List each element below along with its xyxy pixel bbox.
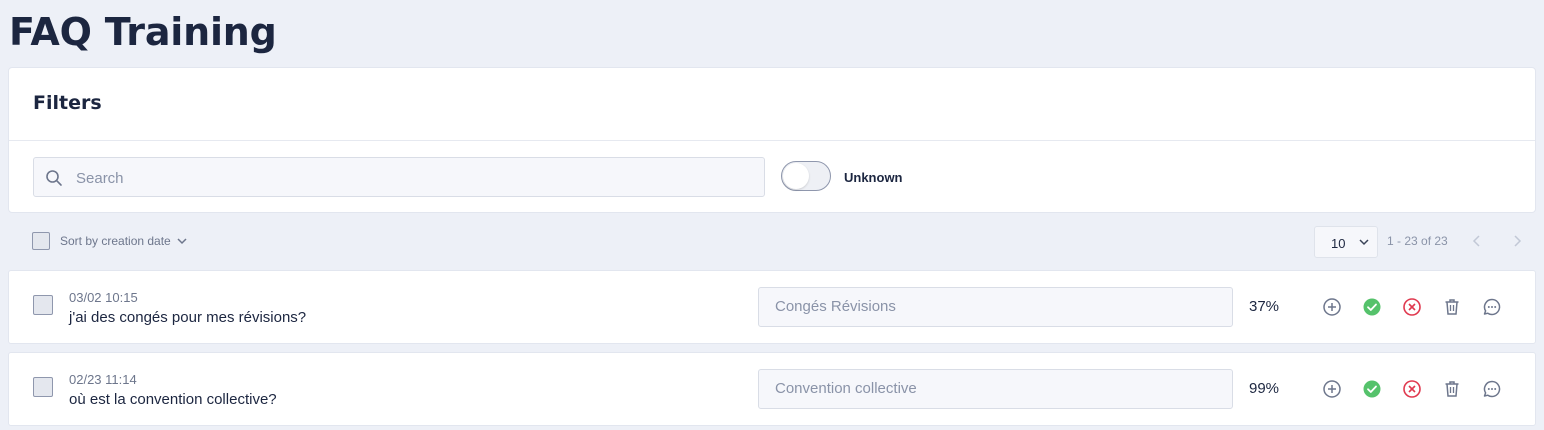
row-question: où est la convention collective? (69, 391, 277, 408)
plus-circle-icon (1323, 298, 1341, 316)
page-size-select[interactable]: 10 (1314, 226, 1378, 258)
previous-page-icon[interactable] (1470, 234, 1484, 248)
search-icon (46, 170, 62, 186)
sort-label: Sort by creation date (60, 234, 171, 248)
search-box[interactable] (33, 157, 765, 198)
unknown-toggle[interactable] (781, 161, 831, 191)
x-circle-icon (1403, 298, 1421, 316)
page-size-value: 10 (1331, 236, 1346, 251)
chat-bubble-icon (1483, 298, 1501, 316)
list-item: 02/23 11:14 où est la convention collect… (8, 352, 1536, 426)
comment-button[interactable] (1482, 297, 1502, 317)
page-title: FAQ Training (9, 10, 277, 54)
delete-button[interactable] (1442, 297, 1462, 317)
select-all-checkbox[interactable] (32, 232, 50, 250)
delete-button[interactable] (1442, 379, 1462, 399)
answer-field[interactable]: Convention collective (758, 369, 1233, 409)
plus-circle-icon (1323, 380, 1341, 398)
trash-icon (1445, 299, 1459, 315)
confidence-percent: 37% (1249, 298, 1280, 315)
chevron-down-icon (1359, 239, 1369, 246)
row-date: 02/23 11:14 (69, 372, 137, 387)
check-circle-icon (1363, 298, 1381, 316)
chat-bubble-icon (1483, 380, 1501, 398)
next-page-icon[interactable] (1510, 234, 1524, 248)
answer-field[interactable]: Congés Révisions (758, 287, 1233, 327)
row-checkbox[interactable] (33, 377, 53, 397)
list-item: 03/02 10:15 j'ai des congés pour mes rév… (8, 270, 1536, 344)
chevron-down-icon (177, 237, 187, 244)
add-button[interactable] (1322, 379, 1342, 399)
filters-divider (9, 140, 1535, 141)
sort-dropdown[interactable]: Sort by creation date (60, 234, 187, 248)
row-question: j'ai des congés pour mes révisions? (69, 309, 307, 326)
search-input[interactable] (74, 158, 758, 198)
validate-button[interactable] (1362, 379, 1382, 399)
pagination-range: 1 - 23 of 23 (1387, 234, 1448, 248)
trash-icon (1445, 381, 1459, 397)
comment-button[interactable] (1482, 379, 1502, 399)
check-circle-icon (1363, 380, 1381, 398)
validate-button[interactable] (1362, 297, 1382, 317)
toggle-knob (783, 163, 809, 189)
filters-title: Filters (33, 92, 102, 114)
add-button[interactable] (1322, 297, 1342, 317)
confidence-percent: 99% (1249, 380, 1280, 397)
reject-button[interactable] (1402, 297, 1422, 317)
x-circle-icon (1403, 380, 1421, 398)
reject-button[interactable] (1402, 379, 1422, 399)
row-date: 03/02 10:15 (69, 290, 138, 305)
unknown-toggle-label: Unknown (844, 170, 903, 185)
filters-panel: Filters Unknown (8, 67, 1536, 213)
row-checkbox[interactable] (33, 295, 53, 315)
